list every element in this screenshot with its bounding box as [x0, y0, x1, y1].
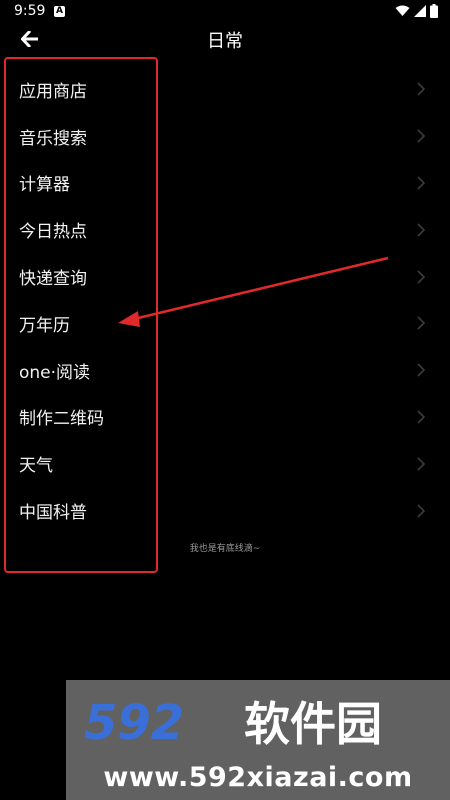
menu-item-label: 应用商店: [19, 81, 87, 102]
menu-item-label: 计算器: [19, 175, 70, 196]
watermark-logo: 592 软件园: [84, 695, 382, 750]
menu-item-app-store[interactable]: 应用商店: [0, 66, 450, 113]
menu-item-express-tracking[interactable]: 快递查询: [0, 253, 450, 300]
wifi-icon: [395, 5, 410, 16]
svg-text:软件园: 软件园: [244, 697, 382, 750]
end-of-list-note: 我也是有底线滴~: [189, 544, 261, 554]
page-title: 日常: [207, 31, 243, 52]
a-letter-icon: A: [54, 6, 65, 17]
menu-item-label: 万年历: [19, 315, 70, 336]
menu-item-calculator[interactable]: 计算器: [0, 160, 450, 207]
chevron-right-icon: [417, 410, 426, 424]
menu-item-calendar[interactable]: 万年历: [0, 300, 450, 347]
menu-item-label: 快递查询: [19, 269, 87, 290]
menu-item-label: one·阅读: [19, 362, 91, 383]
app-header: 日常: [0, 24, 450, 54]
svg-text:592: 592: [84, 695, 184, 750]
status-icons: [395, 4, 438, 18]
chevron-right-icon: [417, 363, 426, 377]
chevron-right-icon: [417, 223, 426, 237]
signal-icon: [414, 5, 426, 17]
menu-item-label: 制作二维码: [19, 409, 104, 430]
chevron-right-icon: [417, 129, 426, 143]
chevron-right-icon: [417, 270, 426, 284]
battery-icon: [430, 4, 438, 18]
menu-item-label: 音乐搜索: [19, 128, 87, 149]
menu-item-label: 天气: [19, 456, 53, 477]
menu-list: 应用商店 音乐搜索 计算器 今日热点 快递查询 万年历 one·阅读 制作二维码…: [0, 66, 450, 534]
watermark-banner: 592 软件园 www.592xiazai.com: [66, 680, 450, 800]
menu-item-one-reading[interactable]: one·阅读: [0, 347, 450, 394]
menu-item-hot-news[interactable]: 今日热点: [0, 206, 450, 253]
menu-item-weather[interactable]: 天气: [0, 440, 450, 487]
chevron-right-icon: [417, 316, 426, 330]
chevron-right-icon: [417, 503, 426, 518]
menu-item-qr-code[interactable]: 制作二维码: [0, 394, 450, 441]
chevron-right-icon: [417, 176, 426, 190]
menu-item-label: 今日热点: [19, 222, 87, 243]
watermark-url: www.592xiazai.com: [103, 762, 413, 793]
chevron-right-icon: [417, 457, 426, 471]
status-time: 9:59: [14, 3, 46, 19]
menu-item-music-search[interactable]: 音乐搜索: [0, 113, 450, 160]
status-bar: 9:59 A: [0, 0, 450, 24]
chevron-right-icon: [417, 82, 426, 96]
menu-item-science[interactable]: 中国科普: [0, 487, 450, 534]
menu-item-label: 中国科普: [19, 503, 87, 524]
